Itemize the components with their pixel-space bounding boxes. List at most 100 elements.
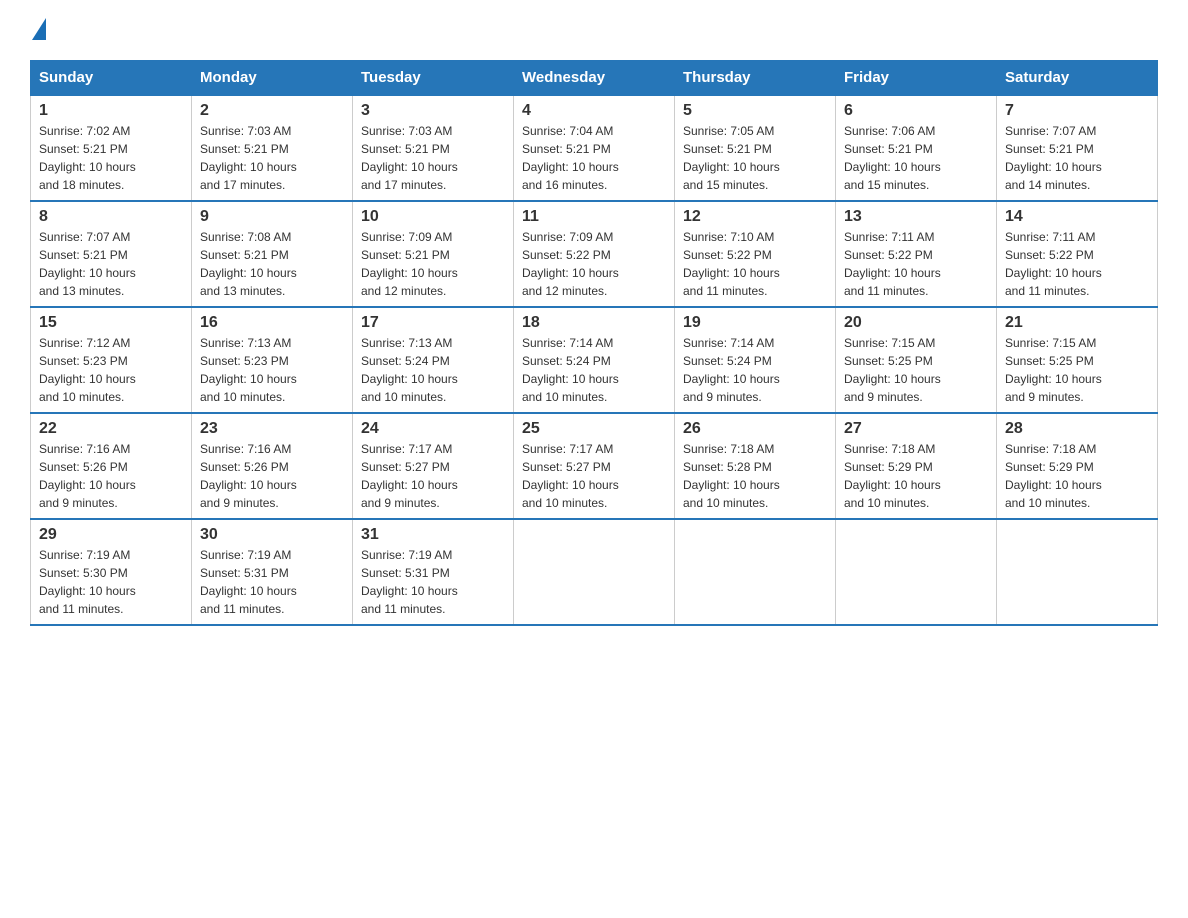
- day-info: Sunrise: 7:11 AMSunset: 5:22 PMDaylight:…: [844, 228, 988, 300]
- col-header-wednesday: Wednesday: [514, 61, 675, 96]
- day-number: 31: [361, 526, 505, 544]
- week-row-5: 29 Sunrise: 7:19 AMSunset: 5:30 PMDaylig…: [31, 519, 1158, 625]
- day-cell: 15 Sunrise: 7:12 AMSunset: 5:23 PMDaylig…: [31, 307, 192, 413]
- day-cell: 8 Sunrise: 7:07 AMSunset: 5:21 PMDayligh…: [31, 201, 192, 307]
- day-cell: 30 Sunrise: 7:19 AMSunset: 5:31 PMDaylig…: [192, 519, 353, 625]
- day-cell: 11 Sunrise: 7:09 AMSunset: 5:22 PMDaylig…: [514, 201, 675, 307]
- day-cell: 19 Sunrise: 7:14 AMSunset: 5:24 PMDaylig…: [675, 307, 836, 413]
- day-info: Sunrise: 7:13 AMSunset: 5:23 PMDaylight:…: [200, 334, 344, 406]
- day-cell: [997, 519, 1158, 625]
- day-cell: 17 Sunrise: 7:13 AMSunset: 5:24 PMDaylig…: [353, 307, 514, 413]
- day-info: Sunrise: 7:19 AMSunset: 5:31 PMDaylight:…: [361, 546, 505, 618]
- day-number: 6: [844, 102, 988, 120]
- calendar-table: SundayMondayTuesdayWednesdayThursdayFrid…: [30, 60, 1158, 626]
- day-number: 4: [522, 102, 666, 120]
- week-row-4: 22 Sunrise: 7:16 AMSunset: 5:26 PMDaylig…: [31, 413, 1158, 519]
- day-number: 24: [361, 420, 505, 438]
- logo: [30, 20, 46, 40]
- page-header: [30, 20, 1158, 40]
- week-row-3: 15 Sunrise: 7:12 AMSunset: 5:23 PMDaylig…: [31, 307, 1158, 413]
- day-number: 28: [1005, 420, 1149, 438]
- day-number: 22: [39, 420, 183, 438]
- day-cell: 27 Sunrise: 7:18 AMSunset: 5:29 PMDaylig…: [836, 413, 997, 519]
- day-cell: 7 Sunrise: 7:07 AMSunset: 5:21 PMDayligh…: [997, 95, 1158, 201]
- day-info: Sunrise: 7:06 AMSunset: 5:21 PMDaylight:…: [844, 122, 988, 194]
- day-info: Sunrise: 7:10 AMSunset: 5:22 PMDaylight:…: [683, 228, 827, 300]
- day-cell: 29 Sunrise: 7:19 AMSunset: 5:30 PMDaylig…: [31, 519, 192, 625]
- day-cell: 28 Sunrise: 7:18 AMSunset: 5:29 PMDaylig…: [997, 413, 1158, 519]
- day-number: 16: [200, 314, 344, 332]
- day-info: Sunrise: 7:14 AMSunset: 5:24 PMDaylight:…: [522, 334, 666, 406]
- day-number: 3: [361, 102, 505, 120]
- day-info: Sunrise: 7:19 AMSunset: 5:30 PMDaylight:…: [39, 546, 183, 618]
- day-info: Sunrise: 7:18 AMSunset: 5:28 PMDaylight:…: [683, 440, 827, 512]
- day-cell: 12 Sunrise: 7:10 AMSunset: 5:22 PMDaylig…: [675, 201, 836, 307]
- day-cell: 23 Sunrise: 7:16 AMSunset: 5:26 PMDaylig…: [192, 413, 353, 519]
- day-info: Sunrise: 7:15 AMSunset: 5:25 PMDaylight:…: [844, 334, 988, 406]
- day-info: Sunrise: 7:17 AMSunset: 5:27 PMDaylight:…: [361, 440, 505, 512]
- day-info: Sunrise: 7:16 AMSunset: 5:26 PMDaylight:…: [200, 440, 344, 512]
- col-header-tuesday: Tuesday: [353, 61, 514, 96]
- week-row-1: 1 Sunrise: 7:02 AMSunset: 5:21 PMDayligh…: [31, 95, 1158, 201]
- day-cell: 31 Sunrise: 7:19 AMSunset: 5:31 PMDaylig…: [353, 519, 514, 625]
- day-number: 7: [1005, 102, 1149, 120]
- day-info: Sunrise: 7:09 AMSunset: 5:21 PMDaylight:…: [361, 228, 505, 300]
- week-row-2: 8 Sunrise: 7:07 AMSunset: 5:21 PMDayligh…: [31, 201, 1158, 307]
- day-info: Sunrise: 7:16 AMSunset: 5:26 PMDaylight:…: [39, 440, 183, 512]
- day-number: 19: [683, 314, 827, 332]
- col-header-monday: Monday: [192, 61, 353, 96]
- day-number: 25: [522, 420, 666, 438]
- day-info: Sunrise: 7:08 AMSunset: 5:21 PMDaylight:…: [200, 228, 344, 300]
- day-number: 12: [683, 208, 827, 226]
- col-header-saturday: Saturday: [997, 61, 1158, 96]
- day-info: Sunrise: 7:07 AMSunset: 5:21 PMDaylight:…: [39, 228, 183, 300]
- day-info: Sunrise: 7:07 AMSunset: 5:21 PMDaylight:…: [1005, 122, 1149, 194]
- day-cell: 6 Sunrise: 7:06 AMSunset: 5:21 PMDayligh…: [836, 95, 997, 201]
- day-info: Sunrise: 7:12 AMSunset: 5:23 PMDaylight:…: [39, 334, 183, 406]
- day-cell: 13 Sunrise: 7:11 AMSunset: 5:22 PMDaylig…: [836, 201, 997, 307]
- day-info: Sunrise: 7:13 AMSunset: 5:24 PMDaylight:…: [361, 334, 505, 406]
- day-number: 27: [844, 420, 988, 438]
- calendar-header-row: SundayMondayTuesdayWednesdayThursdayFrid…: [31, 61, 1158, 96]
- day-cell: 18 Sunrise: 7:14 AMSunset: 5:24 PMDaylig…: [514, 307, 675, 413]
- day-info: Sunrise: 7:05 AMSunset: 5:21 PMDaylight:…: [683, 122, 827, 194]
- day-number: 14: [1005, 208, 1149, 226]
- day-cell: 25 Sunrise: 7:17 AMSunset: 5:27 PMDaylig…: [514, 413, 675, 519]
- day-number: 9: [200, 208, 344, 226]
- day-cell: 3 Sunrise: 7:03 AMSunset: 5:21 PMDayligh…: [353, 95, 514, 201]
- day-number: 2: [200, 102, 344, 120]
- day-info: Sunrise: 7:04 AMSunset: 5:21 PMDaylight:…: [522, 122, 666, 194]
- day-info: Sunrise: 7:03 AMSunset: 5:21 PMDaylight:…: [200, 122, 344, 194]
- day-info: Sunrise: 7:11 AMSunset: 5:22 PMDaylight:…: [1005, 228, 1149, 300]
- col-header-thursday: Thursday: [675, 61, 836, 96]
- day-cell: 20 Sunrise: 7:15 AMSunset: 5:25 PMDaylig…: [836, 307, 997, 413]
- day-cell: 26 Sunrise: 7:18 AMSunset: 5:28 PMDaylig…: [675, 413, 836, 519]
- day-cell: 21 Sunrise: 7:15 AMSunset: 5:25 PMDaylig…: [997, 307, 1158, 413]
- day-info: Sunrise: 7:17 AMSunset: 5:27 PMDaylight:…: [522, 440, 666, 512]
- day-number: 18: [522, 314, 666, 332]
- day-number: 10: [361, 208, 505, 226]
- col-header-sunday: Sunday: [31, 61, 192, 96]
- day-cell: 10 Sunrise: 7:09 AMSunset: 5:21 PMDaylig…: [353, 201, 514, 307]
- day-number: 20: [844, 314, 988, 332]
- day-cell: [514, 519, 675, 625]
- day-cell: 14 Sunrise: 7:11 AMSunset: 5:22 PMDaylig…: [997, 201, 1158, 307]
- day-cell: 22 Sunrise: 7:16 AMSunset: 5:26 PMDaylig…: [31, 413, 192, 519]
- day-info: Sunrise: 7:19 AMSunset: 5:31 PMDaylight:…: [200, 546, 344, 618]
- day-cell: 9 Sunrise: 7:08 AMSunset: 5:21 PMDayligh…: [192, 201, 353, 307]
- day-info: Sunrise: 7:18 AMSunset: 5:29 PMDaylight:…: [1005, 440, 1149, 512]
- day-info: Sunrise: 7:02 AMSunset: 5:21 PMDaylight:…: [39, 122, 183, 194]
- day-cell: 16 Sunrise: 7:13 AMSunset: 5:23 PMDaylig…: [192, 307, 353, 413]
- day-number: 26: [683, 420, 827, 438]
- day-number: 30: [200, 526, 344, 544]
- day-cell: 24 Sunrise: 7:17 AMSunset: 5:27 PMDaylig…: [353, 413, 514, 519]
- day-info: Sunrise: 7:18 AMSunset: 5:29 PMDaylight:…: [844, 440, 988, 512]
- day-number: 15: [39, 314, 183, 332]
- day-number: 1: [39, 102, 183, 120]
- logo-triangle-icon: [32, 18, 46, 40]
- day-number: 11: [522, 208, 666, 226]
- day-number: 21: [1005, 314, 1149, 332]
- day-info: Sunrise: 7:09 AMSunset: 5:22 PMDaylight:…: [522, 228, 666, 300]
- day-number: 13: [844, 208, 988, 226]
- day-cell: [836, 519, 997, 625]
